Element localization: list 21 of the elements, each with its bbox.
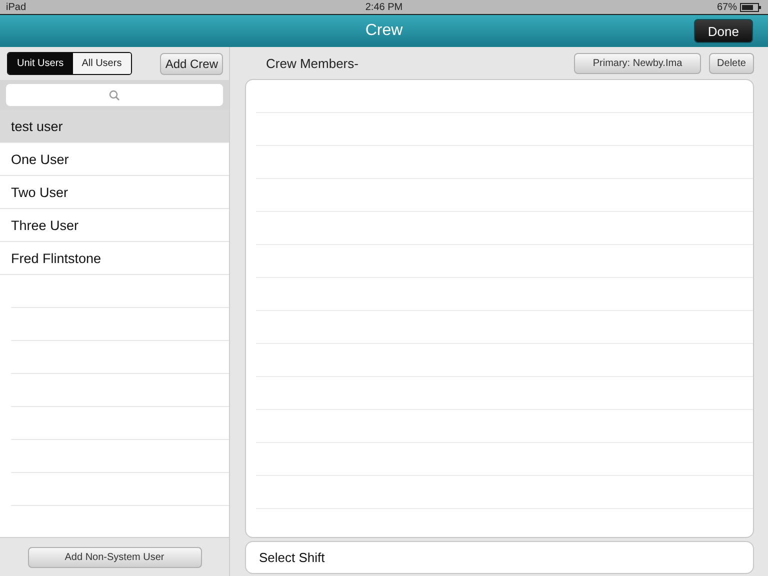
crew-members-label: Crew Members-	[266, 56, 358, 70]
segment-tab[interactable]: Unit Users	[8, 53, 73, 74]
user-row[interactable]: test user	[0, 110, 229, 143]
user-row[interactable]: Fred Flintstone	[0, 242, 229, 275]
user-row[interactable]: Three User	[0, 209, 229, 242]
add-crew-button[interactable]: Add Crew	[160, 52, 223, 74]
screen-title: Crew	[365, 22, 403, 40]
device-name: iPad	[6, 2, 28, 12]
search-icon	[109, 90, 120, 100]
clock-time: 2:46 PM	[365, 2, 403, 12]
user-row[interactable]: One User	[0, 143, 229, 176]
delete-button[interactable]: Delete	[709, 52, 754, 74]
select-shift-field[interactable]: Select Shift	[245, 541, 754, 574]
primary-button[interactable]: Primary: Newby.Ima	[574, 52, 701, 74]
battery-percent: 67%	[716, 2, 737, 12]
segment-tab[interactable]: All Users	[72, 53, 131, 74]
add-non-system-user-button[interactable]: Add Non-System User	[28, 546, 202, 568]
user-row[interactable]: Two User	[0, 176, 229, 209]
battery-icon	[740, 2, 762, 12]
done-button[interactable]: Done	[694, 19, 753, 43]
search-field[interactable]	[6, 84, 223, 106]
